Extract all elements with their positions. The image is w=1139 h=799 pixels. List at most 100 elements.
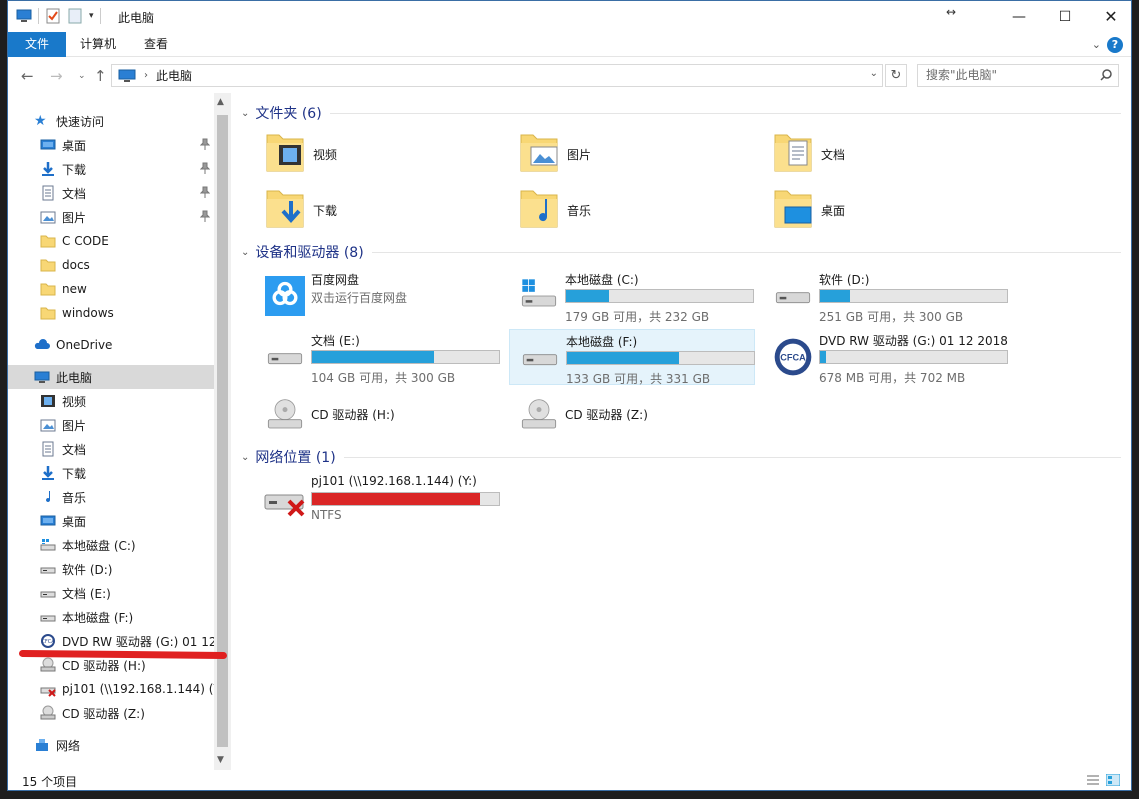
app-tile[interactable]: 百度网盘 双击运行百度网盘 xyxy=(255,268,501,324)
address-row: ← → ⌄ ↑ › 此电脑 ⌄ ↻ 搜索"此电脑" xyxy=(8,58,1131,93)
help-icon[interactable]: ? xyxy=(1107,37,1123,53)
nav-scrollbar[interactable]: ▲ ▼ xyxy=(214,93,231,770)
app-tile[interactable]: CD 驱动器 (Z:) xyxy=(509,390,755,446)
content-pane: ⌄ 文件夹 (6) 视频 图片 文档下载 音乐 桌面 ⌄ 设备和驱动器 (8) 百度网盘 双击… xyxy=(231,93,1131,770)
up-button[interactable]: ↑ xyxy=(94,67,107,85)
nav-this-pc[interactable]: 此电脑 xyxy=(8,365,214,389)
nav-pc-item[interactable]: 桌面 xyxy=(8,509,214,533)
close-button[interactable]: ✕ xyxy=(1088,1,1131,32)
breadcrumb-chevron-icon[interactable]: › xyxy=(144,70,148,81)
folder-label: 视频 xyxy=(313,148,338,162)
collapse-chevron-icon[interactable]: ⌄ xyxy=(241,247,249,258)
group-title: 设备和驱动器 (8) xyxy=(255,245,364,261)
minimize-button[interactable]: — xyxy=(996,1,1042,32)
collapse-chevron-icon[interactable]: ⌄ xyxy=(241,108,249,119)
new-folder-icon[interactable] xyxy=(67,8,83,24)
group-folders-header[interactable]: ⌄ 文件夹 (6) xyxy=(241,101,1121,125)
cd-drive-icon xyxy=(267,399,303,429)
nav-quick-item[interactable]: new xyxy=(8,277,214,301)
nav-pc-item[interactable]: 音乐 xyxy=(8,485,214,509)
recent-locations-chevron-icon[interactable]: ⌄ xyxy=(78,71,86,81)
expand-ribbon-chevron-icon[interactable]: ⌄ xyxy=(1092,38,1101,51)
drive-tile[interactable]: CFCA DVD RW 驱动器 (G:) 01 12 2018 678 MB 可用，… xyxy=(763,329,1009,385)
desktop-icon xyxy=(40,513,56,529)
drive-tile[interactable]: 软件 (D:) 251 GB 可用，共 300 GB xyxy=(763,268,1009,324)
scroll-down-arrow-icon[interactable]: ▼ xyxy=(217,755,224,765)
nav-network[interactable]: 网络 xyxy=(8,733,214,757)
drive-tile[interactable]: 本地磁盘 (C:) 179 GB 可用，共 232 GB xyxy=(509,268,755,324)
network-drive-tile[interactable]: pj101 (\\192.168.1.144) (Y:) NTFS xyxy=(255,471,501,527)
drive-usage-fill xyxy=(567,352,680,364)
nav-label: 音乐 xyxy=(62,490,87,505)
nav-label: 图片 xyxy=(62,418,87,433)
baidu-netdisk-icon xyxy=(265,276,305,316)
drive-usage-fill xyxy=(820,351,826,363)
nav-pc-item[interactable]: pj101 (\\192.168.1.144) (Y:) xyxy=(8,677,214,701)
music-folder-icon xyxy=(519,187,559,234)
group-network-header[interactable]: ⌄ 网络位置 (1) xyxy=(241,445,1121,469)
nav-pc-item[interactable]: 下载 xyxy=(8,461,214,485)
properties-icon[interactable] xyxy=(45,8,61,24)
scroll-up-arrow-icon[interactable]: ▲ xyxy=(217,97,224,107)
back-button[interactable]: ← xyxy=(21,67,34,85)
group-devices-header[interactable]: ⌄ 设备和驱动器 (8) xyxy=(241,240,1121,264)
customize-qat-chevron-icon[interactable]: ▾ xyxy=(89,11,94,21)
network-icon xyxy=(34,737,50,753)
drive-name: 本地磁盘 (F:) xyxy=(566,335,638,349)
folder-tile[interactable]: 桌面 xyxy=(773,187,845,234)
tiles-view-icon[interactable] xyxy=(1106,774,1120,786)
folder-tile[interactable]: 图片 xyxy=(519,131,591,178)
group-title: 网络位置 (1) xyxy=(255,450,336,466)
tab-file[interactable]: 文件 xyxy=(8,32,66,57)
tab-computer[interactable]: 计算机 xyxy=(66,32,130,57)
pin-icon[interactable] xyxy=(200,186,210,198)
search-input[interactable]: 搜索"此电脑" xyxy=(917,64,1119,87)
nav-quick-item[interactable]: 下载 xyxy=(8,157,214,181)
address-bar[interactable]: › 此电脑 ⌄ xyxy=(111,64,883,87)
drive-usage-fill xyxy=(820,290,850,302)
nav-quick-item[interactable]: C CODE xyxy=(8,229,214,253)
drive-filesystem: NTFS xyxy=(311,508,342,522)
nav-pc-item[interactable]: 视频 xyxy=(8,389,214,413)
nav-pc-item[interactable]: 软件 (D:) xyxy=(8,557,214,581)
app-tile[interactable]: CD 驱动器 (H:) xyxy=(255,390,501,446)
folder-tile[interactable]: 视频 xyxy=(265,131,337,178)
drive-tile[interactable]: 文档 (E:) 104 GB 可用，共 300 GB xyxy=(255,329,501,385)
folder-tile[interactable]: 文档 xyxy=(773,131,845,178)
nav-pc-item[interactable]: 本地磁盘 (C:) xyxy=(8,533,214,557)
breadcrumb-this-pc[interactable]: 此电脑 xyxy=(156,67,192,84)
explorer-window: ▾ 此电脑 ↔ — ☐ ✕ 文件 计算机 查看 ⌄ ? ← → ⌄ ↑ › 此电… xyxy=(7,0,1132,791)
refresh-button[interactable]: ↻ xyxy=(885,64,907,87)
folder-label: 下载 xyxy=(313,204,338,218)
details-view-icon[interactable] xyxy=(1086,774,1100,786)
nav-quick-item[interactable]: 桌面 xyxy=(8,133,214,157)
nav-label: new xyxy=(62,282,87,296)
nav-pc-item[interactable]: 本地磁盘 (F:) xyxy=(8,605,214,629)
nav-quick-item[interactable]: 图片 xyxy=(8,205,214,229)
pin-icon[interactable] xyxy=(200,162,210,174)
nav-pc-item[interactable]: CD 驱动器 (Z:) xyxy=(8,701,214,725)
maximize-button[interactable]: ☐ xyxy=(1042,1,1088,32)
nav-label: CD 驱动器 (H:) xyxy=(62,658,146,673)
nav-quick-item[interactable]: 文档 xyxy=(8,181,214,205)
tab-view[interactable]: 查看 xyxy=(130,32,182,57)
drive-tile[interactable]: 本地磁盘 (F:) 133 GB 可用，共 331 GB xyxy=(509,329,755,386)
collapse-chevron-icon[interactable]: ⌄ xyxy=(241,452,249,463)
nav-pc-item[interactable]: 图片 xyxy=(8,413,214,437)
nav-label: windows xyxy=(62,306,114,320)
nav-quick-access[interactable]: ★ 快速访问 xyxy=(8,109,214,133)
folder-tile[interactable]: 下载 xyxy=(265,187,337,234)
folder-tile[interactable]: 音乐 xyxy=(519,187,591,234)
nav-label: 文档 (E:) xyxy=(62,586,111,601)
nav-pc-item[interactable]: 文档 (E:) xyxy=(8,581,214,605)
forward-button[interactable]: → xyxy=(50,67,63,85)
nav-onedrive[interactable]: OneDrive xyxy=(8,333,214,357)
address-dropdown-chevron-icon[interactable]: ⌄ xyxy=(870,68,878,79)
nav-pc-item[interactable]: 文档 xyxy=(8,437,214,461)
nav-label: 文档 xyxy=(62,186,87,201)
resize-arrow-icon: ↔ xyxy=(946,5,957,19)
nav-quick-item[interactable]: docs xyxy=(8,253,214,277)
pin-icon[interactable] xyxy=(200,138,210,150)
nav-quick-item[interactable]: windows xyxy=(8,301,214,325)
pin-icon[interactable] xyxy=(200,210,210,222)
